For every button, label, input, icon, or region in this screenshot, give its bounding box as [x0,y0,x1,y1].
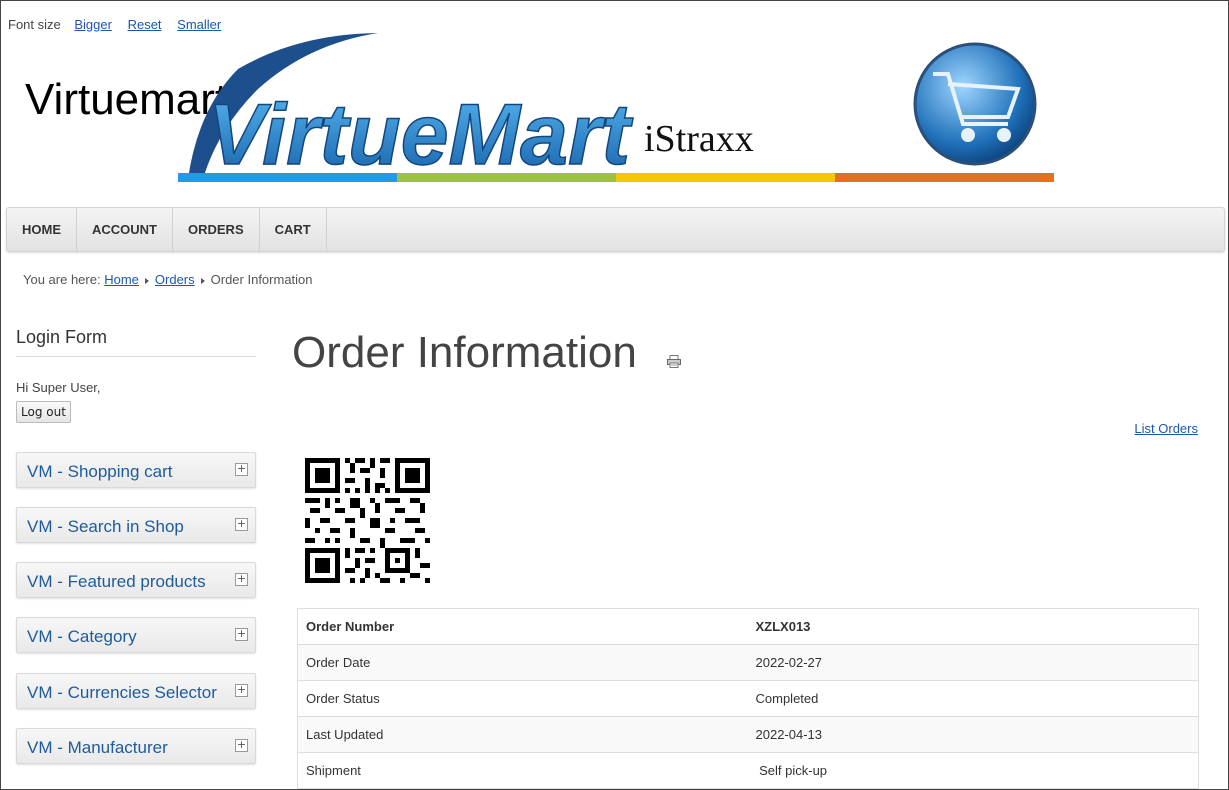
banner-sub-text: iStraxx [644,118,754,160]
table-row: Order Number XZLX013 [297,608,1199,645]
module-shopping-cart[interactable]: VM - Shopping cart + [16,452,256,488]
breadcrumb-home[interactable]: Home [104,272,139,287]
font-bigger-link[interactable]: Bigger [74,17,112,32]
module-search[interactable]: VM - Search in Shop + [16,507,256,543]
nav-home[interactable]: HOME [7,208,77,251]
order-number-value: XZLX013 [747,608,1199,645]
table-row: Order Date 2022-02-27 [297,644,1199,681]
order-date-value: 2022-02-27 [747,644,1199,681]
module-manufacturer[interactable]: VM - Manufacturer + [16,728,256,764]
nav-cart[interactable]: CART [260,208,327,251]
main-nav: HOME ACCOUNT ORDERS CART [6,207,1225,252]
order-status-value: Completed [747,680,1199,717]
page-title: Order Information [292,328,637,377]
module-currencies[interactable]: VM - Currencies Selector + [16,673,256,709]
module-title[interactable]: VM - Search in Shop [27,517,184,537]
order-details-table: Order Number XZLX013 Order Date 2022-02-… [297,608,1199,789]
expand-icon[interactable]: + [235,518,248,531]
module-featured[interactable]: VM - Featured products + [16,562,256,598]
shipment-value: Self pick-up [747,752,1199,789]
font-reset-link[interactable]: Reset [128,17,162,32]
nav-account[interactable]: ACCOUNT [77,208,173,251]
table-row: Last Updated 2022-04-13 [297,716,1199,753]
header-banner: VirtueMart iStraxx [178,29,1054,184]
order-date-label: Order Date [297,644,748,681]
order-status-label: Order Status [297,680,748,717]
expand-icon[interactable]: + [235,628,248,641]
module-title[interactable]: VM - Currencies Selector [27,683,217,703]
module-title[interactable]: VM - Manufacturer [27,738,168,758]
shipment-label: Shipment [297,752,748,789]
order-qr-code [305,458,430,583]
order-number-label: Order Number [297,608,748,645]
breadcrumb-orders[interactable]: Orders [155,272,195,287]
user-greeting: Hi Super User, [16,380,101,395]
font-size-label: Font size [8,17,61,32]
list-orders-link[interactable]: List Orders [1134,421,1198,436]
expand-icon[interactable]: + [235,739,248,752]
sidebar: Login Form Hi Super User, Log out VM - S… [16,327,256,764]
last-updated-label: Last Updated [297,716,748,753]
breadcrumb-current: Order Information [210,272,313,287]
module-category[interactable]: VM - Category + [16,617,256,653]
banner-logo-text: VirtueMart [208,87,633,183]
table-row: Shipment Self pick-up [297,752,1199,789]
expand-icon[interactable]: + [235,573,248,586]
module-title[interactable]: VM - Featured products [27,572,206,592]
last-updated-value: 2022-04-13 [747,716,1199,753]
module-title[interactable]: VM - Shopping cart [27,462,173,482]
breadcrumb-arrow-icon [144,277,149,284]
login-form-title: Login Form [16,327,256,357]
nav-orders[interactable]: ORDERS [173,208,260,251]
module-title[interactable]: VM - Category [27,627,137,647]
cart-globe-icon [913,42,1037,166]
table-row: Order Status Completed [297,680,1199,717]
breadcrumb-prefix: You are here: [23,272,101,287]
breadcrumb-arrow-icon [200,277,205,284]
breadcrumb: You are here: Home Orders Order Informatio… [23,272,313,287]
expand-icon[interactable]: + [235,684,248,697]
print-icon[interactable] [667,355,681,373]
logout-button[interactable]: Log out [16,401,71,423]
expand-icon[interactable]: + [235,463,248,476]
